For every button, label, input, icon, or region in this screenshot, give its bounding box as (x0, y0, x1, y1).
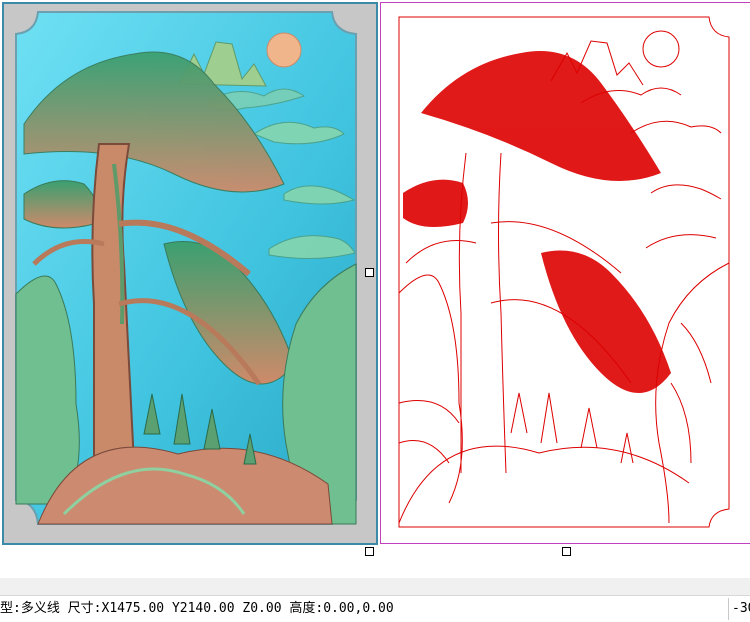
status-right-value: -30 (732, 601, 750, 616)
status-gap (0, 578, 750, 595)
status-z-value: Z0.00 (242, 601, 282, 616)
vector-panel[interactable] (380, 2, 750, 544)
resize-handle-bottom-right[interactable] (562, 547, 571, 556)
status-x-value: X1475.00 (101, 601, 165, 616)
status-info: 型:多义线 尺寸:X1475.00 Y2140.00 Z0.00 高度:0.00… (0, 596, 394, 622)
status-height-label: 高度: (289, 601, 324, 616)
resize-handle-bottom-left[interactable] (365, 547, 374, 556)
status-type-value: 多义线 (20, 601, 60, 616)
vector-drawing (398, 16, 730, 528)
status-size-label: 尺寸: (67, 601, 102, 616)
status-bar: 型:多义线 尺寸:X1475.00 Y2140.00 Z0.00 高度:0.00… (0, 595, 750, 622)
relief-panel[interactable] (2, 2, 378, 545)
status-y-value: Y2140.00 (171, 601, 235, 616)
relief-image (15, 11, 357, 525)
status-height-value: 0.00,0.00 (323, 601, 394, 616)
drawing-canvas[interactable] (0, 0, 750, 578)
status-type-label: 型: (0, 601, 21, 616)
resize-handle-right[interactable] (365, 268, 374, 277)
status-divider (728, 598, 729, 620)
